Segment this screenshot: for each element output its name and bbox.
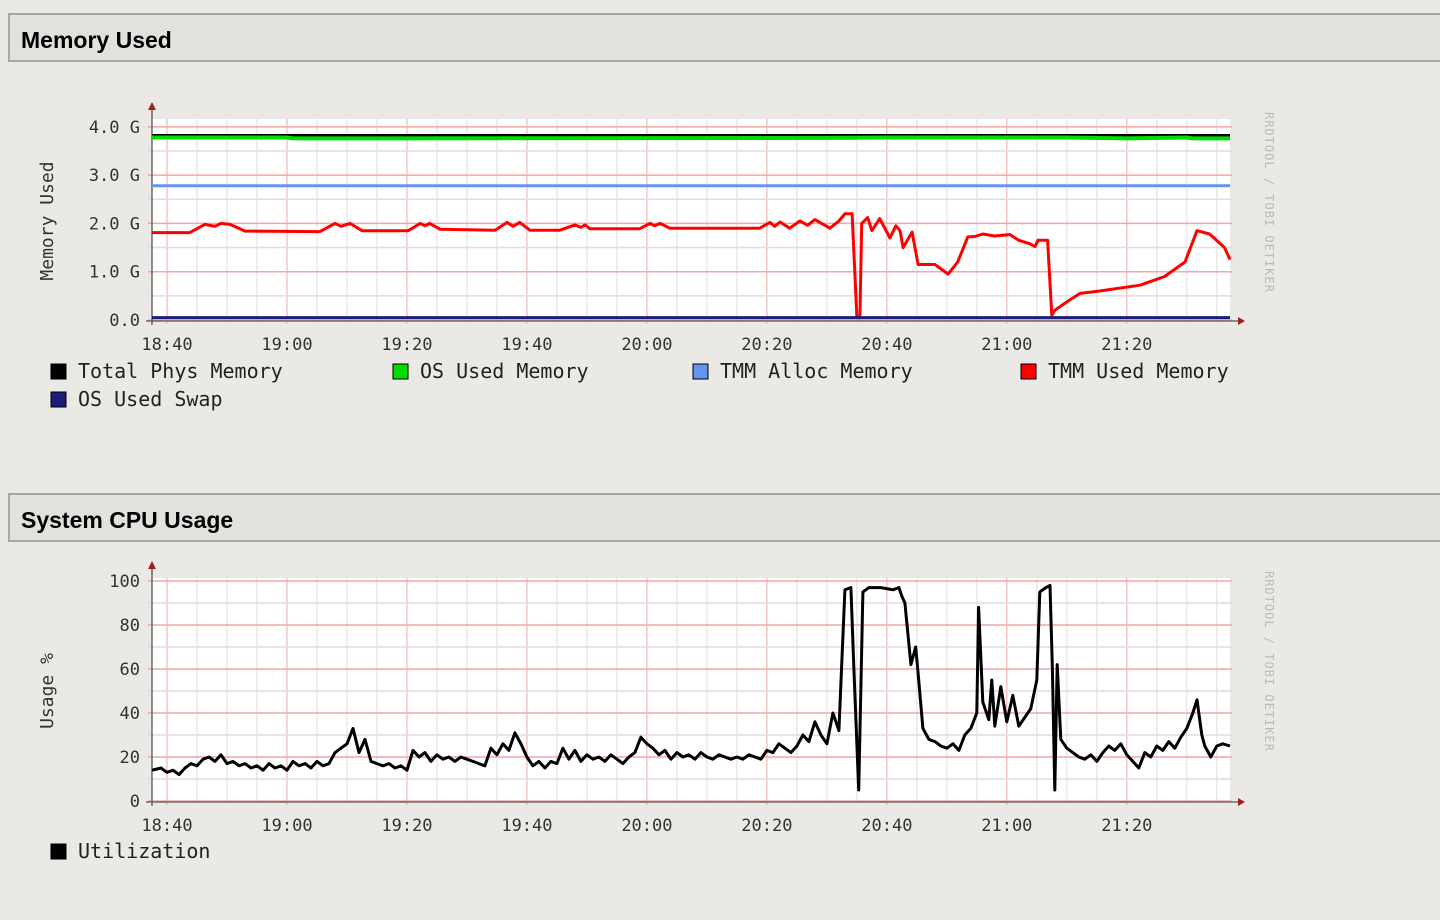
legend-label: Utilization: [78, 839, 210, 863]
y-axis-arrow-icon: [148, 561, 156, 569]
legend-label: OS Used Memory: [420, 359, 589, 383]
watermark: RRDTOOL / TOBI OETIKER: [1262, 112, 1276, 293]
y-tick-label: 20: [120, 748, 140, 768]
y-tick-label: 3.0 G: [89, 166, 140, 186]
x-tick-label: 20:00: [621, 335, 672, 355]
memory-panel-header: Memory Used: [8, 13, 1440, 62]
x-tick-label: 20:00: [621, 816, 672, 836]
legend-swatch: [50, 363, 67, 380]
y-tick-label: 0.0: [109, 311, 140, 331]
memory-chart: 0.0 1.0 G 2.0 G 3.0 G 4.0 G 18:40 19:00 19:20 19…: [37, 102, 1276, 411]
legend-swatch: [392, 363, 409, 380]
legend-label: TMM Alloc Memory: [720, 359, 913, 383]
legend-label: Total Phys Memory: [78, 359, 283, 383]
legend-swatch: [50, 843, 67, 860]
x-tick-label: 19:40: [501, 335, 552, 355]
x-tick-label: 18:40: [141, 816, 192, 836]
x-tick-label: 19:20: [381, 335, 432, 355]
watermark: RRDTOOL / TOBI OETIKER: [1262, 571, 1276, 752]
legend-label: OS Used Swap: [78, 387, 223, 411]
x-tick-label: 19:00: [261, 816, 312, 836]
x-tick-label: 21:20: [1101, 335, 1152, 355]
series-line-os-used-memory: [152, 135, 1230, 141]
x-tick-label: 20:40: [861, 335, 912, 355]
y-tick-label: 0: [130, 792, 140, 812]
legend-swatch: [692, 363, 709, 380]
legend-swatch: [1020, 363, 1037, 380]
memory-panel-title: Memory Used: [21, 27, 172, 53]
legend-swatch: [50, 391, 67, 408]
x-tick-label: 20:20: [741, 335, 792, 355]
x-tick-label: 19:20: [381, 816, 432, 836]
y-axis-label: Memory Used: [37, 161, 58, 280]
y-axis-arrow-icon: [148, 102, 156, 110]
cpu-panel-title: System CPU Usage: [21, 507, 234, 533]
x-tick-label: 21:00: [981, 816, 1032, 836]
x-tick-label: 19:40: [501, 816, 552, 836]
x-tick-label: 20:40: [861, 816, 912, 836]
y-tick-label: 60: [120, 660, 140, 680]
y-tick-label: 100: [109, 572, 140, 592]
x-tick-label: 21:20: [1101, 816, 1152, 836]
cpu-panel-header: System CPU Usage: [8, 493, 1440, 542]
cpu-chart: 0 20 40 60 80 100 18:40 19:00 19:20 19:40 20:00 20:…: [37, 561, 1276, 863]
y-tick-label: 1.0 G: [89, 263, 140, 283]
y-tick-label: 4.0 G: [89, 118, 140, 138]
y-tick-label: 40: [120, 704, 140, 724]
x-axis-arrow-icon: [1238, 798, 1245, 806]
x-tick-label: 19:00: [261, 335, 312, 355]
plot-area: [152, 119, 1230, 320]
y-tick-label: 2.0 G: [89, 214, 140, 234]
y-axis-label: Usage %: [37, 653, 58, 729]
plot-area: [152, 578, 1230, 801]
x-tick-label: 18:40: [141, 335, 192, 355]
y-tick-label: 80: [120, 616, 140, 636]
x-axis-arrow-icon: [1238, 317, 1245, 325]
x-tick-label: 21:00: [981, 335, 1032, 355]
legend-label: TMM Used Memory: [1048, 359, 1229, 383]
x-tick-label: 20:20: [741, 816, 792, 836]
